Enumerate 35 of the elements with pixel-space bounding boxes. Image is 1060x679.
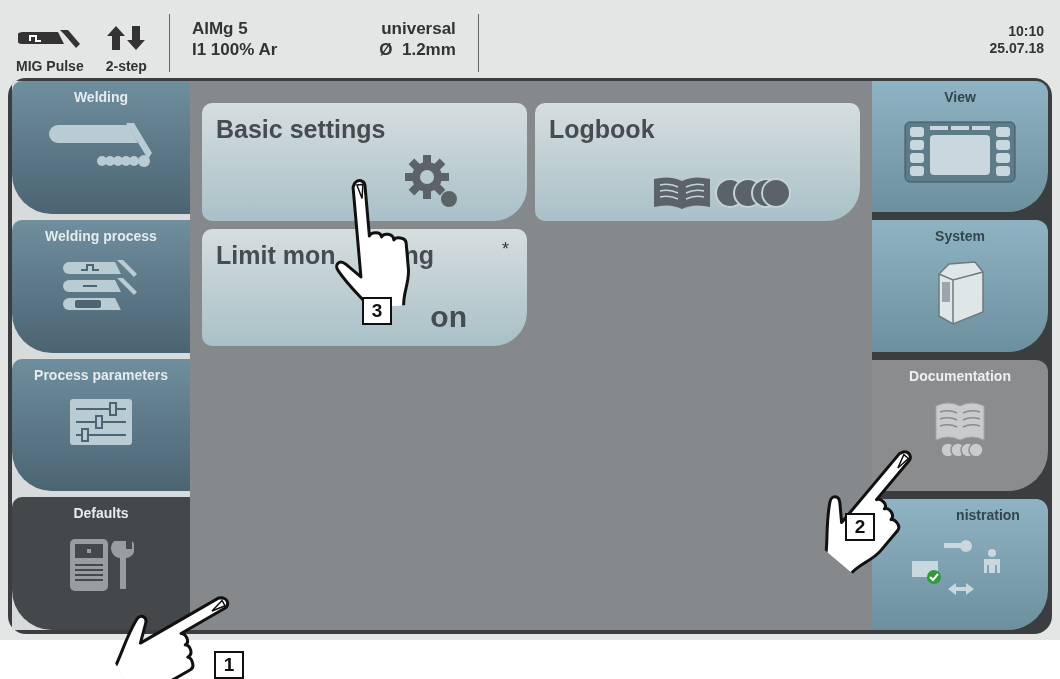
menu-tab[interactable]: Documentation: [872, 359, 1048, 491]
control-panel-icon: [904, 121, 1016, 183]
gear-icon: [403, 153, 459, 209]
menu-tab[interactable]: nistration: [872, 498, 1048, 630]
step-number: 2: [845, 513, 875, 541]
menu-tab[interactable]: Welding: [12, 81, 190, 214]
book-dots-icon: [934, 399, 986, 458]
menu-tab[interactable]: System: [872, 220, 1048, 352]
book-dots-icon: [652, 175, 792, 209]
characteristic-label: universal: [381, 18, 456, 39]
process-label: MIG Pulse: [16, 58, 84, 74]
material-label: AlMg 5: [191, 18, 249, 39]
gas-label: I1 100% Ar: [191, 39, 278, 60]
settings-tile[interactable]: Logbook: [535, 103, 860, 221]
tile-title: Limit mon: [216, 241, 336, 270]
machine-icon: [935, 260, 985, 327]
settings-tile[interactable]: Basic settings: [202, 103, 527, 221]
menu-tab[interactable]: Welding process: [12, 219, 190, 353]
mode-label: 2-step: [105, 58, 147, 74]
menu-tab[interactable]: View: [872, 81, 1048, 213]
sliders-icon: [70, 398, 132, 445]
tile-value: on: [430, 300, 467, 334]
menu-tab[interactable]: Defaults: [12, 497, 190, 630]
step-number: 3: [362, 297, 392, 325]
date-label: 25.07.18: [989, 39, 1044, 56]
asterisk-mark: *: [502, 239, 509, 260]
menu-tab[interactable]: Process parameters: [12, 358, 190, 492]
machine-wrench-icon: [68, 537, 134, 594]
wire-diameter-label: Ø 1.2mm: [379, 39, 456, 60]
tile-title: Basic settings: [216, 115, 386, 144]
step-number: 1: [214, 651, 244, 679]
welding-torch-icon: [17, 28, 82, 50]
tile-title: Logbook: [549, 115, 655, 144]
time-label: 10:10: [1008, 22, 1044, 39]
up-down-arrows-icon: [106, 26, 147, 50]
